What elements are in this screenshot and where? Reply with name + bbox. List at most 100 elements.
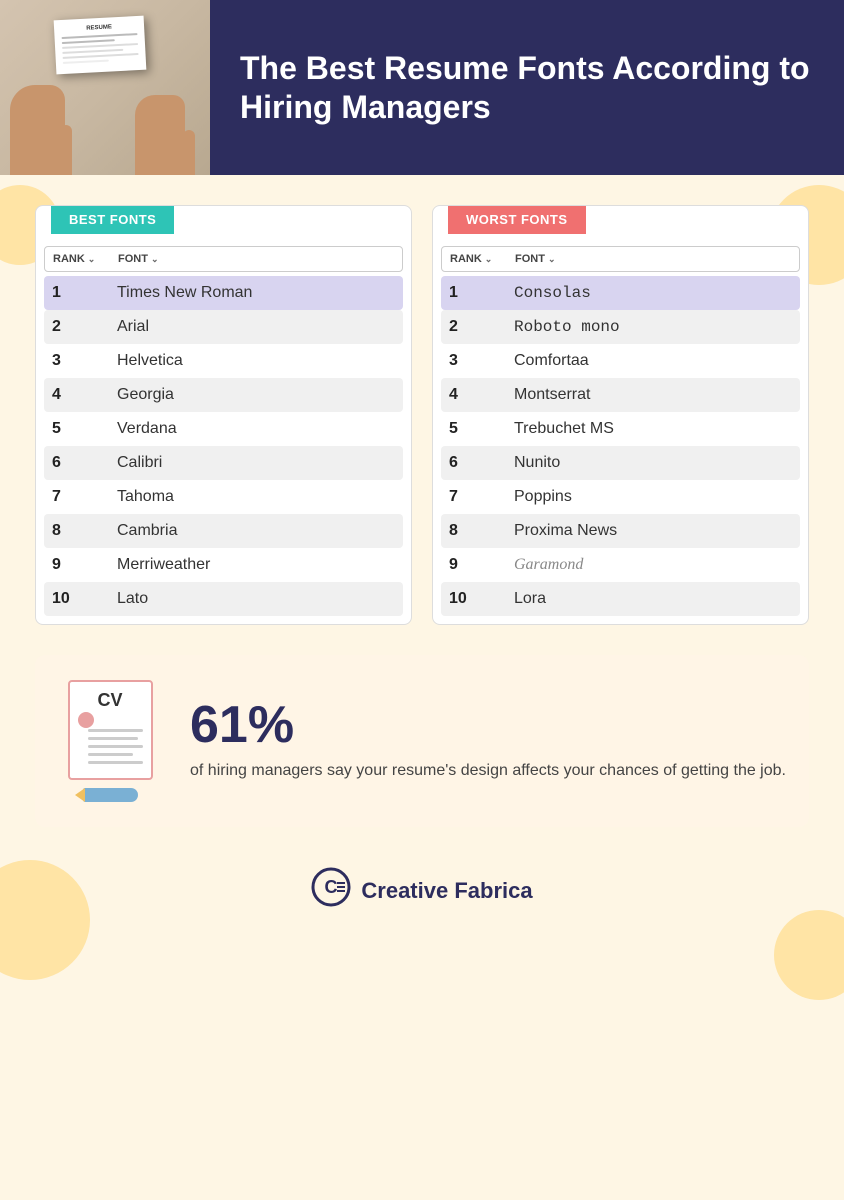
resume-mock-title: RESUME bbox=[61, 23, 137, 33]
chevron-down-icon: ⌄ bbox=[88, 254, 96, 265]
row-rank: 8 bbox=[449, 522, 514, 540]
worst-font-row: 3 Comfortaa bbox=[441, 344, 800, 378]
stat-text: 61% of hiring managers say your resume's… bbox=[190, 699, 789, 783]
resume-mockup: RESUME bbox=[54, 16, 147, 75]
row-rank: 5 bbox=[52, 420, 117, 438]
worst-font-row: 8 Proxima News bbox=[441, 514, 800, 548]
row-font-name: Lora bbox=[514, 590, 792, 608]
pencil-tip-icon bbox=[75, 788, 85, 802]
header-text-area: The Best Resume Fonts According to Hirin… bbox=[210, 0, 844, 175]
cv-lines bbox=[88, 729, 143, 764]
row-font-name: Verdana bbox=[117, 420, 395, 438]
best-font-row: 9 Merriweather bbox=[44, 548, 403, 582]
worst-font-row: 5 Trebuchet MS bbox=[441, 412, 800, 446]
worst-rank-header: RANK ⌄ bbox=[450, 253, 515, 265]
row-font-name: Calibri bbox=[117, 454, 395, 472]
row-rank: 7 bbox=[52, 488, 117, 506]
cv-icon: CV bbox=[55, 680, 165, 802]
row-font-name: Comfortaa bbox=[514, 352, 792, 370]
row-font-name: Garamond bbox=[514, 556, 792, 574]
chevron-down-icon: ⌄ bbox=[548, 254, 556, 265]
chevron-down-icon: ⌄ bbox=[151, 254, 159, 265]
row-font-name: Merriweather bbox=[117, 556, 395, 574]
row-rank: 4 bbox=[52, 386, 117, 404]
cv-line bbox=[88, 761, 143, 764]
worst-font-row: 1 Consolas bbox=[441, 276, 800, 310]
tables-section: BEST FONTS RANK ⌄ FONT ⌄ 1 Times New Rom… bbox=[35, 205, 809, 625]
row-rank: 7 bbox=[449, 488, 514, 506]
row-font-name: Nunito bbox=[514, 454, 792, 472]
worst-font-row: 9 Garamond bbox=[441, 548, 800, 582]
best-font-row: 1 Times New Roman bbox=[44, 276, 403, 310]
header-image: RESUME bbox=[0, 0, 210, 175]
worst-font-row: 4 Montserrat bbox=[441, 378, 800, 412]
resume-line bbox=[63, 60, 109, 64]
row-font-name: Tahoma bbox=[117, 488, 395, 506]
row-rank: 10 bbox=[449, 590, 514, 608]
main-content: BEST FONTS RANK ⌄ FONT ⌄ 1 Times New Rom… bbox=[0, 175, 844, 960]
resume-line bbox=[62, 43, 138, 49]
brand-name: Creative Fabrica bbox=[361, 878, 532, 904]
cf-logo-svg: C bbox=[311, 867, 351, 907]
resume-line bbox=[62, 39, 115, 44]
row-rank: 10 bbox=[52, 590, 117, 608]
row-rank: 3 bbox=[52, 352, 117, 370]
stat-percent: 61% bbox=[190, 699, 789, 751]
best-font-row: 10 Lato bbox=[44, 582, 403, 616]
cv-circle-icon bbox=[78, 712, 94, 728]
best-font-row: 4 Georgia bbox=[44, 378, 403, 412]
worst-fonts-inner: RANK ⌄ FONT ⌄ 1 Consolas 2 Roboto mono 3… bbox=[433, 238, 808, 624]
cv-line bbox=[88, 753, 133, 756]
cv-line bbox=[88, 737, 138, 740]
finger-icon bbox=[183, 130, 195, 175]
row-rank: 2 bbox=[449, 318, 514, 336]
row-font-name: Helvetica bbox=[117, 352, 395, 370]
row-font-name: Consolas bbox=[514, 284, 792, 302]
worst-font-row: 2 Roboto mono bbox=[441, 310, 800, 344]
stat-section: CV 61% of hiring managers say your resum bbox=[35, 655, 809, 827]
cv-card: CV bbox=[68, 680, 153, 780]
pencil-container bbox=[55, 780, 165, 802]
cv-line bbox=[88, 745, 143, 748]
best-font-row: 5 Verdana bbox=[44, 412, 403, 446]
row-rank: 3 bbox=[449, 352, 514, 370]
best-rank-header: RANK ⌄ bbox=[53, 253, 118, 265]
cv-line bbox=[88, 729, 143, 732]
row-rank: 6 bbox=[449, 454, 514, 472]
stat-description: of hiring managers say your resume's des… bbox=[190, 759, 789, 783]
row-rank: 8 bbox=[52, 522, 117, 540]
hand-right-icon bbox=[135, 95, 185, 175]
worst-fonts-col-headers: RANK ⌄ FONT ⌄ bbox=[441, 246, 800, 272]
row-font-name: Roboto mono bbox=[514, 318, 792, 336]
row-rank: 4 bbox=[449, 386, 514, 404]
worst-font-row: 10 Lora bbox=[441, 582, 800, 616]
svg-text:C: C bbox=[325, 877, 338, 897]
row-font-name: Proxima News bbox=[514, 522, 792, 540]
row-font-name: Trebuchet MS bbox=[514, 420, 792, 438]
best-font-row: 7 Tahoma bbox=[44, 480, 403, 514]
row-rank: 9 bbox=[52, 556, 117, 574]
pencil-icon bbox=[83, 788, 138, 802]
worst-font-header: FONT ⌄ bbox=[515, 253, 791, 265]
worst-font-row: 7 Poppins bbox=[441, 480, 800, 514]
row-rank: 9 bbox=[449, 556, 514, 574]
row-font-name: Lato bbox=[117, 590, 395, 608]
best-font-row: 2 Arial bbox=[44, 310, 403, 344]
best-font-row: 3 Helvetica bbox=[44, 344, 403, 378]
resume-line bbox=[63, 53, 139, 59]
best-fonts-rows: 1 Times New Roman 2 Arial 3 Helvetica 4 … bbox=[44, 276, 403, 616]
best-font-header: FONT ⌄ bbox=[118, 253, 394, 265]
best-fonts-col-headers: RANK ⌄ FONT ⌄ bbox=[44, 246, 403, 272]
worst-fonts-rows: 1 Consolas 2 Roboto mono 3 Comfortaa 4 M… bbox=[441, 276, 800, 616]
resume-line bbox=[62, 33, 138, 39]
row-rank: 6 bbox=[52, 454, 117, 472]
brand-logo-icon: C bbox=[311, 867, 351, 915]
row-rank: 2 bbox=[52, 318, 117, 336]
row-font-name: Georgia bbox=[117, 386, 395, 404]
worst-font-row: 6 Nunito bbox=[441, 446, 800, 480]
page-title: The Best Resume Fonts According to Hirin… bbox=[240, 49, 814, 126]
row-rank: 1 bbox=[52, 284, 117, 302]
best-fonts-inner: RANK ⌄ FONT ⌄ 1 Times New Roman 2 Arial … bbox=[36, 238, 411, 624]
finger-icon bbox=[60, 125, 72, 175]
page-header: RESUME The Best Resume Fonts According t… bbox=[0, 0, 844, 175]
